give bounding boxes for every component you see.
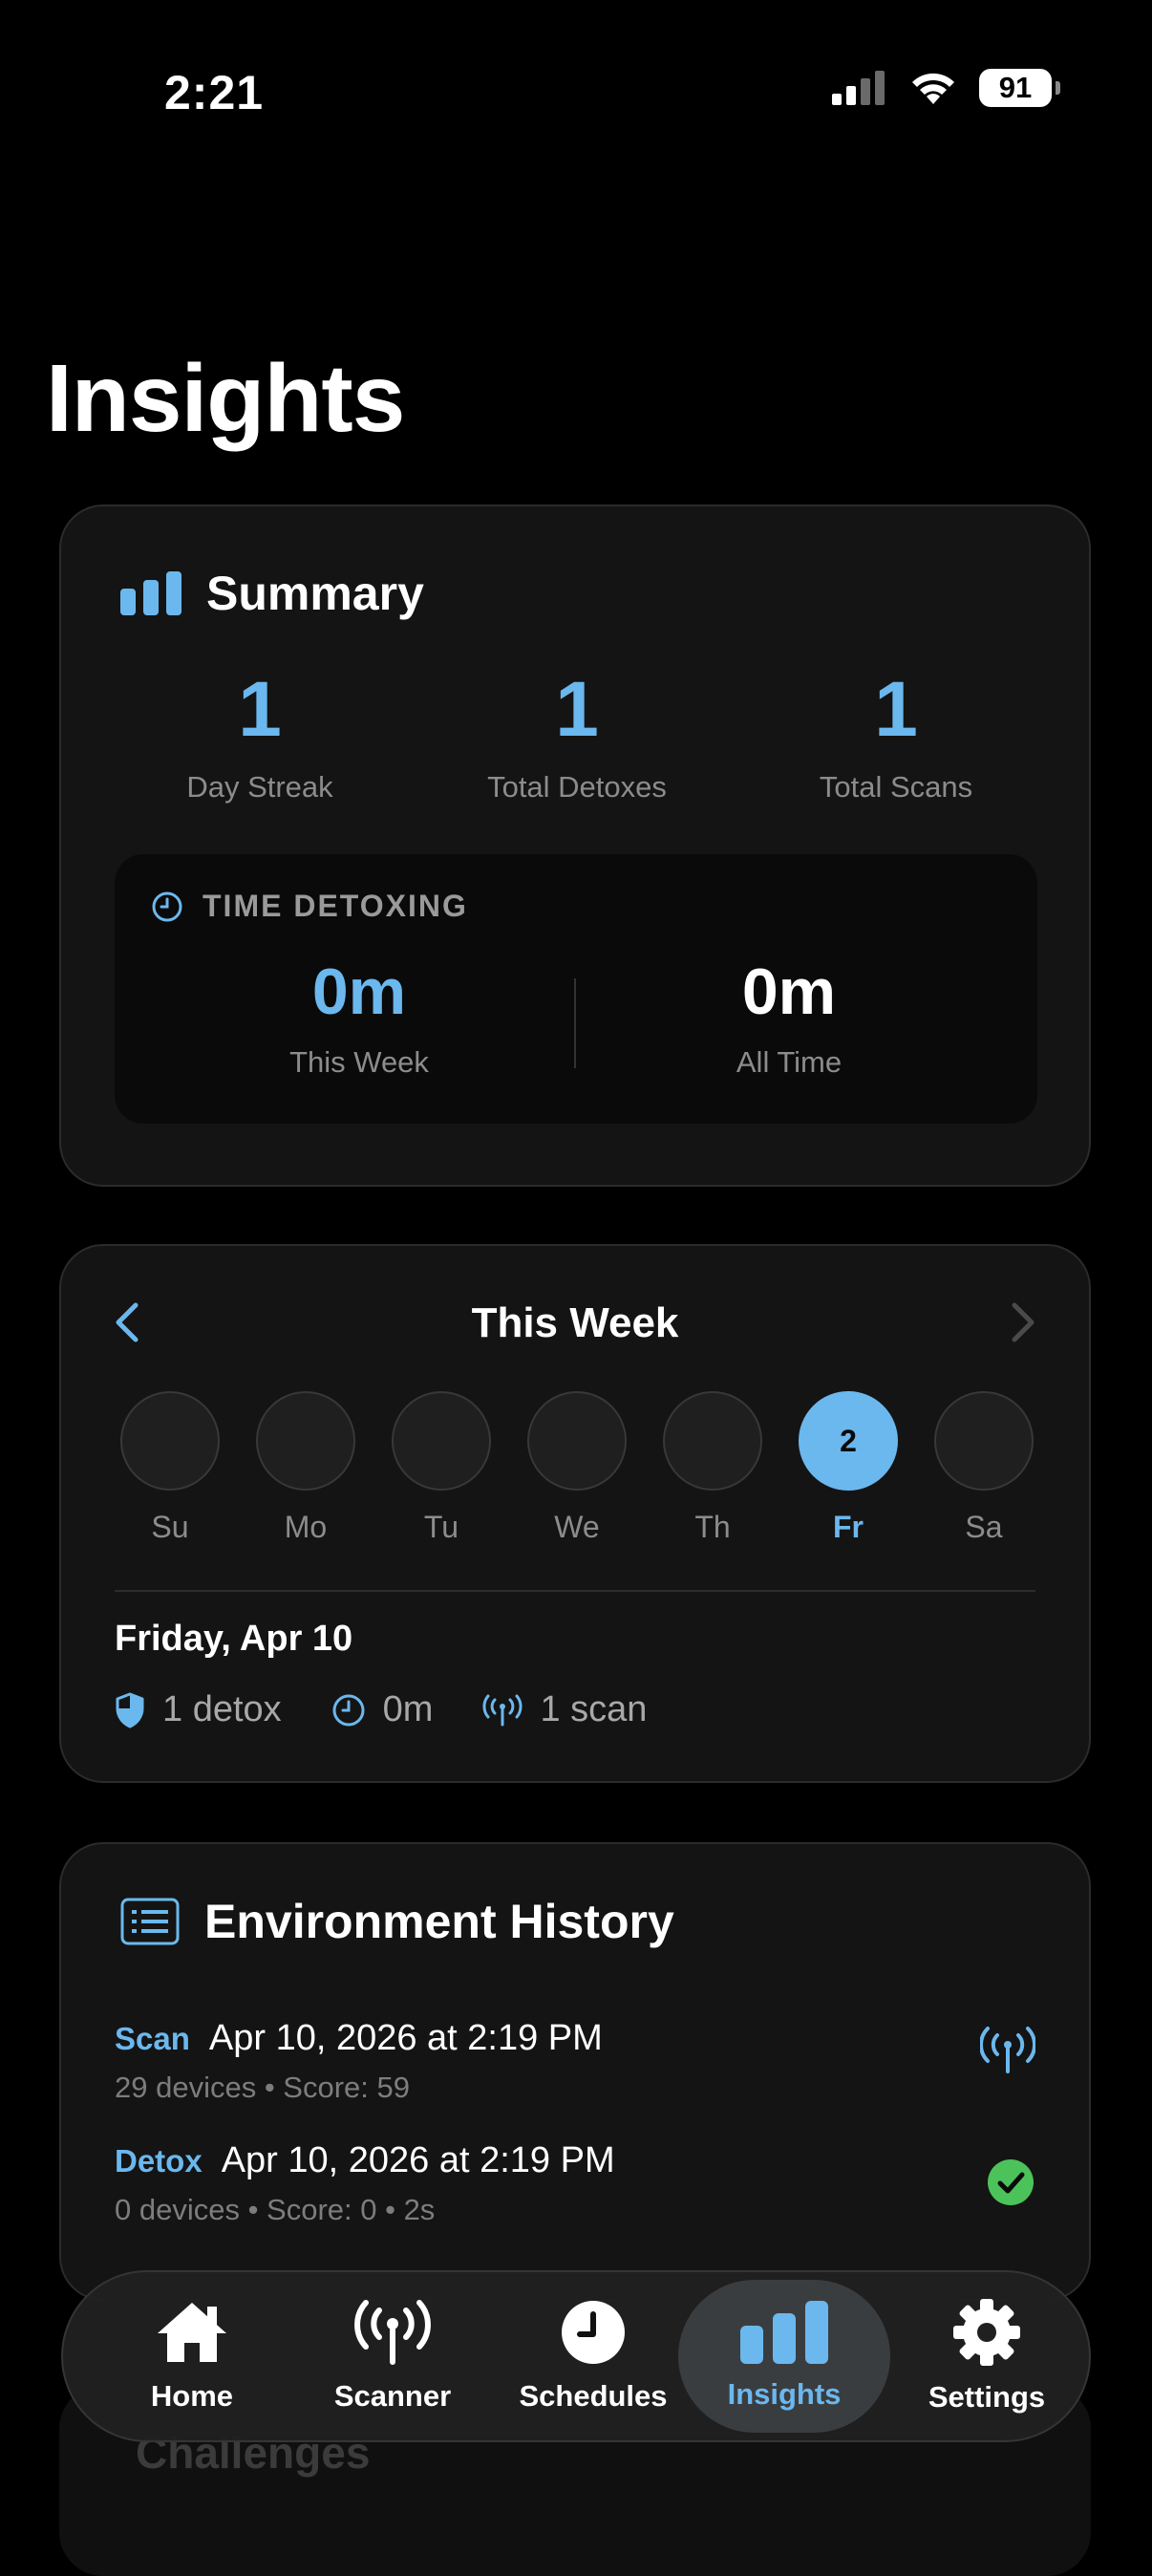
day-circle [663,1391,762,1491]
detox-text: 1 detox [162,1689,282,1729]
all-time-label: All Time [736,1045,843,1079]
antenna-icon [483,1694,523,1726]
stat-label: Day Streak [186,770,333,804]
stat-total-scans: 1 Total Scans [734,671,1058,805]
antenna-icon [354,2300,431,2365]
day-circle [934,1391,1034,1491]
environment-history-header: Environment History [120,1894,674,1949]
gear-icon [953,2299,1020,2366]
divider [115,1590,1035,1592]
tab-label: Insights [727,2377,842,2411]
day-circle [392,1391,491,1491]
day-label: We [554,1510,600,1544]
this-week-value: 0m [311,955,407,1028]
tab-settings[interactable]: Settings [896,2272,1077,2440]
time-detoxing-panel: TIME DETOXING 0m This Week 0m All Time [115,854,1037,1124]
tab-scanner[interactable]: Scanner [302,2272,483,2440]
day-circle-selected: 2 [799,1391,898,1491]
history-row[interactable]: Scan Apr 10, 2026 at 2:19 PM 29 devices … [115,2018,1037,2105]
day-time: 0m [331,1689,434,1730]
bar-chart-icon [120,571,181,615]
history-datetime: Apr 10, 2026 at 2:19 PM [221,2140,615,2180]
all-time-time: 0m All Time [608,959,971,1080]
day-label: Sa [965,1510,1003,1544]
stat-value: 1 [238,666,282,753]
week-card: This Week Su Mo Tu We Th 2 Fr Sa Friday,… [59,1244,1091,1783]
list-icon [120,1898,180,1945]
status-icons: 91 [832,69,1060,107]
divider [574,978,576,1068]
history-type: Scan [115,2021,190,2056]
environment-history-card: Environment History Scan Apr 10, 2026 at… [59,1842,1091,2301]
day-label: Su [151,1510,189,1544]
day-sunday[interactable]: Su [118,1391,222,1545]
check-circle-icon [986,2157,1035,2212]
stat-label: Total Scans [819,770,973,804]
tab-insights[interactable]: Insights [678,2280,890,2433]
stat-value: 1 [555,666,599,753]
day-saturday[interactable]: Sa [932,1391,1035,1545]
house-icon [158,2303,226,2362]
status-time: 2:21 [164,66,265,119]
time-detoxing-title: TIME DETOXING [203,889,468,923]
day-circle [527,1391,627,1491]
wifi-icon [912,73,954,104]
day-friday[interactable]: 2 Fr [797,1391,900,1545]
stat-total-detoxes: 1 Total Detoxes [415,671,739,805]
bar-chart-icon [740,2301,828,2364]
tab-bar: Home Scanner Schedules Insights Settings [61,2270,1091,2442]
history-detail: 0 devices • Score: 0 • 2s [115,2193,436,2226]
clock-icon [562,2301,625,2364]
tab-home[interactable]: Home [101,2272,283,2440]
day-label: Mo [284,1510,328,1544]
tab-label: Scanner [333,2379,452,2413]
this-week-label: This Week [289,1045,429,1079]
tab-label: Schedules [519,2379,668,2413]
tab-schedules[interactable]: Schedules [502,2272,684,2440]
day-circle [256,1391,355,1491]
selected-date: Friday, Apr 10 [115,1619,353,1659]
week-title: This Week [471,1299,679,1346]
history-detail: 29 devices • Score: 59 [115,2071,410,2104]
clock-icon [332,1694,365,1726]
summary-title: Summary [206,567,424,620]
tab-label: Settings [928,2380,1046,2414]
time-detoxing-header: TIME DETOXING [151,889,468,924]
summary-card: Summary 1 Day Streak 1 Total Detoxes 1 T… [59,504,1091,1187]
tab-label: Home [150,2379,234,2413]
day-thursday[interactable]: Th [661,1391,764,1545]
time-text: 0m [382,1689,434,1729]
week-days: Su Mo Tu We Th 2 Fr Sa [118,1391,1035,1545]
history-row[interactable]: Detox Apr 10, 2026 at 2:19 PM 0 devices … [115,2140,1035,2227]
day-monday[interactable]: Mo [254,1391,357,1545]
day-label: Tu [423,1510,459,1544]
day-detox-count: 1 detox [115,1689,282,1730]
all-time-value: 0m [741,955,837,1028]
clock-icon [152,891,182,921]
stat-value: 1 [874,666,918,753]
day-label: Th [694,1510,731,1544]
antenna-icon [978,2026,1037,2080]
page-title: Insights [46,345,405,452]
shield-icon [116,1692,144,1728]
day-circle [120,1391,220,1491]
day-label: Fr [833,1510,864,1544]
day-stats: 1 detox 0m 1 scan [115,1689,696,1730]
battery-indicator: 91 [979,69,1060,107]
scan-text: 1 scan [540,1689,648,1729]
summary-header: Summary [120,566,424,621]
cellular-signal-icon [832,71,885,105]
day-tuesday[interactable]: Tu [390,1391,493,1545]
stat-day-streak: 1 Day Streak [97,671,422,805]
environment-history-title: Environment History [204,1895,674,1948]
stat-label: Total Detoxes [487,770,667,804]
history-datetime: Apr 10, 2026 at 2:19 PM [208,2018,603,2058]
this-week-time: 0m This Week [178,959,541,1080]
chevron-right-icon[interactable] [1009,1301,1037,1354]
day-scan-count: 1 scan [482,1689,647,1730]
day-wednesday[interactable]: We [525,1391,629,1545]
history-type: Detox [115,2143,203,2179]
